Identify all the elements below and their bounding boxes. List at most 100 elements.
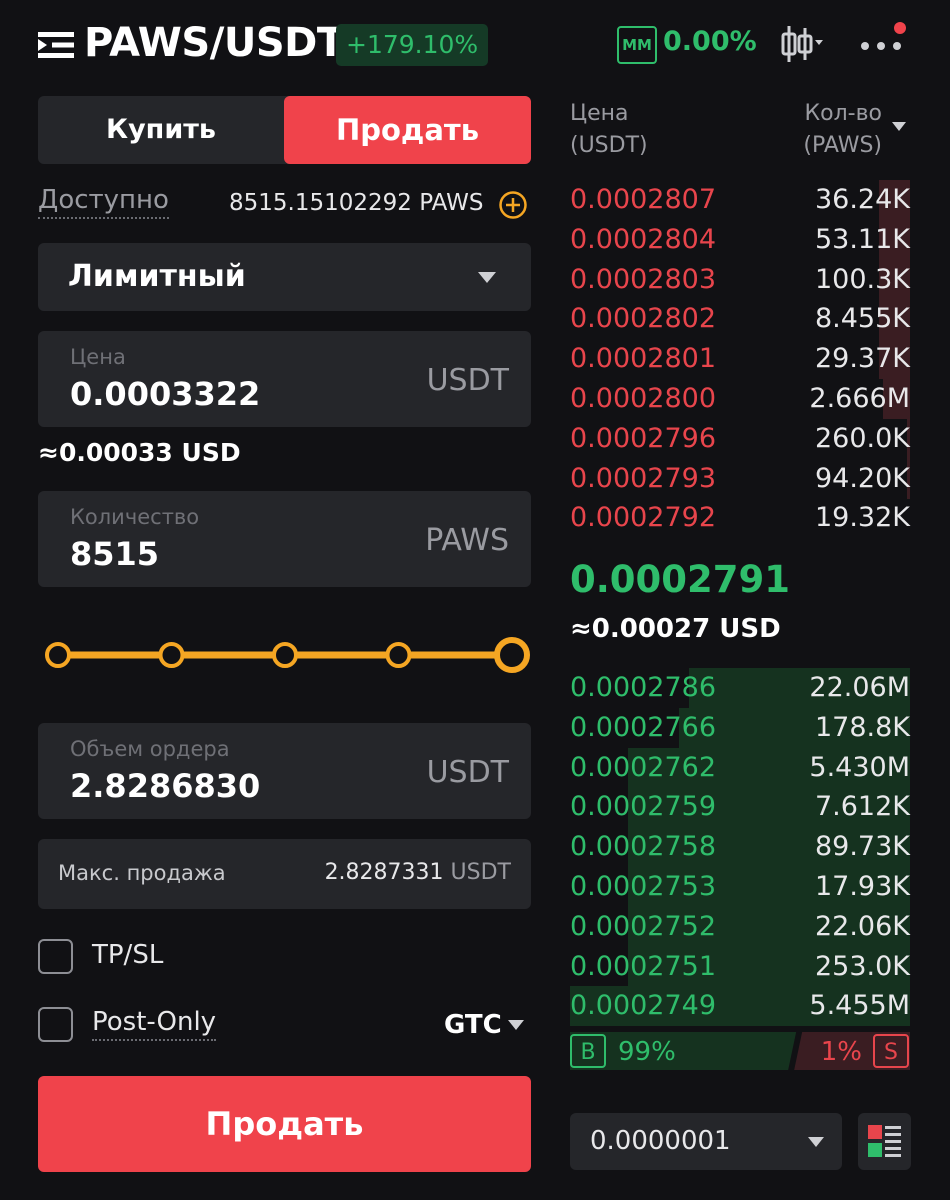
ask-price: 0.0002793 bbox=[570, 462, 717, 494]
quantity-input[interactable]: Количество 8515 PAWS bbox=[38, 491, 531, 587]
ask-price: 0.0002802 bbox=[570, 303, 717, 335]
orderbook-qty-header[interactable]: Кол-во (PAWS) bbox=[780, 98, 882, 162]
tick-size-select[interactable]: 0.0000001 bbox=[570, 1113, 842, 1170]
tpsl-checkbox[interactable] bbox=[38, 939, 73, 974]
bid-quantity: 22.06M bbox=[809, 672, 910, 703]
max-sell-box: Макс. продажа 2.8287331 USDT bbox=[38, 839, 531, 909]
ask-row[interactable]: 0.0002804 53.11K bbox=[570, 219, 910, 260]
price-label: Цена bbox=[70, 345, 126, 369]
price-input[interactable]: Цена 0.0003322 USDT bbox=[38, 331, 531, 427]
ask-row[interactable]: 0.0002803 100.3K bbox=[570, 259, 910, 300]
order-volume-unit: USDT bbox=[426, 755, 509, 790]
post-only-checkbox[interactable] bbox=[38, 1007, 73, 1042]
bid-quantity: 253.0K bbox=[814, 950, 910, 982]
quantity-value: 8515 bbox=[70, 535, 160, 573]
time-in-force-select[interactable]: GTC bbox=[444, 1010, 502, 1040]
bid-row[interactable]: 0.0002752 22.06K bbox=[570, 906, 910, 947]
bid-price: 0.0002752 bbox=[570, 910, 717, 942]
qty-header-line1: Кол-во bbox=[804, 101, 882, 126]
price-unit: USDT bbox=[426, 363, 509, 398]
bid-row[interactable]: 0.0002758 89.73K bbox=[570, 827, 910, 868]
bid-price: 0.0002749 bbox=[570, 990, 717, 1022]
quantity-unit: PAWS bbox=[425, 523, 509, 558]
tpsl-label: TP/SL bbox=[92, 940, 164, 970]
bid-row[interactable]: 0.0002786 22.06M bbox=[570, 668, 910, 708]
sell-submit-button[interactable]: Продать bbox=[38, 1076, 531, 1172]
ask-row[interactable]: 0.0002800 2.666M bbox=[570, 379, 910, 419]
bid-quantity: 178.8K bbox=[814, 711, 910, 743]
bid-row[interactable]: 0.0002751 253.0K bbox=[570, 946, 910, 987]
tif-chevron-down-icon bbox=[508, 1020, 524, 1030]
ask-quantity: 260.0K bbox=[814, 422, 910, 454]
ask-price: 0.0002801 bbox=[570, 343, 717, 375]
bid-row[interactable]: 0.0002753 17.93K bbox=[570, 867, 910, 907]
header: PAWS/USDT +179.10% MM 0.00% bbox=[0, 0, 950, 92]
tab-buy[interactable]: Купить bbox=[38, 96, 284, 164]
ask-row[interactable]: 0.0002796 260.0K bbox=[570, 418, 910, 459]
order-volume-input[interactable]: Объем ордера 2.8286830 USDT bbox=[38, 723, 531, 819]
bid-quantity: 17.93K bbox=[814, 871, 910, 902]
bid-quantity: 7.612K bbox=[814, 791, 910, 823]
ask-quantity: 8.455K bbox=[814, 303, 910, 335]
slider-step-25[interactable] bbox=[158, 642, 185, 668]
slider-step-50[interactable] bbox=[272, 642, 298, 668]
add-funds-icon[interactable] bbox=[498, 190, 528, 220]
qty-unit-chevron-icon[interactable] bbox=[892, 122, 906, 131]
ask-price: 0.0002803 bbox=[570, 263, 717, 295]
buy-ratio-fill bbox=[570, 1032, 797, 1070]
amount-slider[interactable] bbox=[40, 630, 532, 680]
orderbook-price-header: Цена (USDT) bbox=[570, 98, 648, 162]
bid-row[interactable]: 0.0002759 7.612K bbox=[570, 787, 910, 828]
ask-row[interactable]: 0.0002792 19.32K bbox=[570, 498, 910, 538]
ask-price: 0.0002792 bbox=[570, 502, 717, 534]
slider-step-100[interactable] bbox=[494, 637, 530, 673]
ask-row[interactable]: 0.0002793 94.20K bbox=[570, 458, 910, 499]
available-label[interactable]: Доступно bbox=[38, 185, 169, 219]
available-value: 8515.15102292 PAWS bbox=[229, 190, 484, 216]
bid-price: 0.0002762 bbox=[570, 751, 717, 783]
buy-sell-tabs: Купить Продать bbox=[38, 96, 531, 164]
bid-quantity: 5.430M bbox=[809, 751, 910, 783]
buy-ratio: 99% bbox=[618, 1037, 676, 1067]
buy-badge: B bbox=[580, 1040, 595, 1065]
bid-price: 0.0002766 bbox=[570, 711, 717, 743]
candlestick-chart-icon[interactable] bbox=[780, 24, 826, 64]
tick-size-value: 0.0000001 bbox=[590, 1126, 731, 1156]
slider-step-0[interactable] bbox=[45, 642, 71, 668]
bid-row[interactable]: 0.0002766 178.8K bbox=[570, 707, 910, 748]
mm-badge[interactable]: MM bbox=[617, 26, 657, 64]
max-sell-value: 2.8287331 USDT bbox=[325, 860, 511, 885]
pair-title[interactable]: PAWS/USDT bbox=[84, 20, 344, 66]
more-options-icon[interactable] bbox=[858, 22, 908, 62]
last-price[interactable]: 0.0002791 bbox=[570, 558, 790, 601]
ask-price: 0.0002804 bbox=[570, 223, 717, 255]
post-only-label[interactable]: Post-Only bbox=[92, 1007, 217, 1041]
ask-row[interactable]: 0.0002802 8.455K bbox=[570, 299, 910, 340]
bid-price: 0.0002753 bbox=[570, 871, 717, 902]
ask-row[interactable]: 0.0002801 29.37K bbox=[570, 339, 910, 380]
sell-ratio: 1% bbox=[821, 1037, 862, 1067]
bid-row[interactable]: 0.0002762 5.430M bbox=[570, 747, 910, 788]
buy-sell-ratio-bar: B 99% 1% S bbox=[570, 1032, 910, 1070]
chevron-down-icon bbox=[478, 272, 496, 283]
ask-price: 0.0002807 bbox=[570, 184, 717, 215]
bid-quantity: 89.73K bbox=[814, 831, 910, 863]
order-type-value: Лимитный bbox=[68, 259, 246, 294]
ask-quantity: 36.24K bbox=[814, 184, 910, 215]
bid-row[interactable]: 0.0002749 5.455M bbox=[570, 986, 910, 1027]
time-in-force-value: GTC bbox=[444, 1010, 502, 1040]
order-volume-value: 2.8286830 bbox=[70, 767, 261, 805]
orderbook-view-button[interactable] bbox=[858, 1113, 911, 1170]
bid-price: 0.0002751 bbox=[570, 950, 717, 982]
order-type-select[interactable]: Лимитный bbox=[38, 243, 531, 311]
ask-quantity: 100.3K bbox=[814, 263, 910, 295]
menu-icon[interactable] bbox=[38, 30, 74, 60]
price-change-badge: +179.10% bbox=[336, 24, 489, 66]
price-header-line2: (USDT) bbox=[570, 133, 648, 158]
ask-quantity: 2.666M bbox=[809, 383, 910, 414]
max-sell-unit: USDT bbox=[450, 860, 511, 885]
slider-step-75[interactable] bbox=[385, 642, 412, 668]
quantity-label: Количество bbox=[70, 505, 200, 529]
tab-sell[interactable]: Продать bbox=[284, 96, 531, 164]
ask-row[interactable]: 0.0002807 36.24K bbox=[570, 180, 910, 220]
